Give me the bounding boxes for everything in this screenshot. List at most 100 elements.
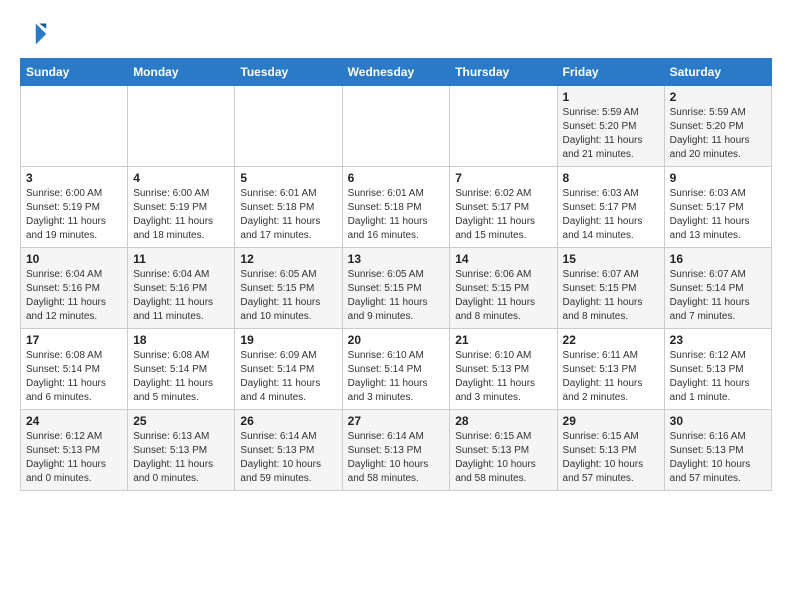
calendar-cell: 16 Sunrise: 6:07 AM Sunset: 5:14 PM Dayli… [664, 248, 771, 329]
day-number: 25 [133, 414, 229, 428]
calendar-cell [128, 86, 235, 167]
calendar-cell: 20 Sunrise: 6:10 AM Sunset: 5:14 PM Dayli… [342, 329, 450, 410]
day-info: Sunrise: 6:00 AM Sunset: 5:19 PM Dayligh… [133, 187, 229, 243]
day-number: 16 [670, 252, 766, 266]
calendar-week-row: 3 Sunrise: 6:00 AM Sunset: 5:19 PM Daylig… [21, 167, 772, 248]
calendar-cell [450, 86, 557, 167]
calendar-cell: 18 Sunrise: 6:08 AM Sunset: 5:14 PM Dayli… [128, 329, 235, 410]
day-number: 30 [670, 414, 766, 428]
day-info: Sunrise: 6:05 AM Sunset: 5:15 PM Dayligh… [348, 268, 445, 324]
page-header [20, 20, 772, 48]
day-number: 29 [563, 414, 659, 428]
calendar-cell: 24 Sunrise: 6:12 AM Sunset: 5:13 PM Dayli… [21, 410, 128, 491]
calendar-week-row: 24 Sunrise: 6:12 AM Sunset: 5:13 PM Dayli… [21, 410, 772, 491]
day-info: Sunrise: 6:09 AM Sunset: 5:14 PM Dayligh… [240, 349, 336, 405]
day-number: 12 [240, 252, 336, 266]
calendar-cell: 3 Sunrise: 6:00 AM Sunset: 5:19 PM Daylig… [21, 167, 128, 248]
weekday-header-row: SundayMondayTuesdayWednesdayThursdayFrid… [21, 59, 772, 86]
day-number: 4 [133, 171, 229, 185]
day-info: Sunrise: 6:05 AM Sunset: 5:15 PM Dayligh… [240, 268, 336, 324]
calendar-cell: 29 Sunrise: 6:15 AM Sunset: 5:13 PM Dayli… [557, 410, 664, 491]
calendar-cell: 12 Sunrise: 6:05 AM Sunset: 5:15 PM Dayli… [235, 248, 342, 329]
day-info: Sunrise: 6:08 AM Sunset: 5:14 PM Dayligh… [26, 349, 122, 405]
day-number: 7 [455, 171, 551, 185]
logo [20, 20, 52, 48]
day-number: 10 [26, 252, 122, 266]
day-number: 24 [26, 414, 122, 428]
day-info: Sunrise: 6:03 AM Sunset: 5:17 PM Dayligh… [670, 187, 766, 243]
day-info: Sunrise: 6:03 AM Sunset: 5:17 PM Dayligh… [563, 187, 659, 243]
calendar-cell: 1Sunrise: 5:59 AM Sunset: 5:20 PM Daylig… [557, 86, 664, 167]
day-info: Sunrise: 6:13 AM Sunset: 5:13 PM Dayligh… [133, 430, 229, 486]
calendar-week-row: 1Sunrise: 5:59 AM Sunset: 5:20 PM Daylig… [21, 86, 772, 167]
calendar-cell: 17 Sunrise: 6:08 AM Sunset: 5:14 PM Dayli… [21, 329, 128, 410]
day-number: 27 [348, 414, 445, 428]
day-number: 21 [455, 333, 551, 347]
calendar-cell [21, 86, 128, 167]
day-number: 2 [670, 90, 766, 104]
calendar-cell [235, 86, 342, 167]
day-info: Sunrise: 6:08 AM Sunset: 5:14 PM Dayligh… [133, 349, 229, 405]
weekday-header: Sunday [21, 59, 128, 86]
calendar-cell: 7 Sunrise: 6:02 AM Sunset: 5:17 PM Daylig… [450, 167, 557, 248]
day-number: 14 [455, 252, 551, 266]
day-info: Sunrise: 5:59 AM Sunset: 5:20 PM Dayligh… [563, 106, 659, 162]
day-number: 19 [240, 333, 336, 347]
day-number: 15 [563, 252, 659, 266]
day-info: Sunrise: 6:14 AM Sunset: 5:13 PM Dayligh… [240, 430, 336, 486]
calendar-week-row: 10 Sunrise: 6:04 AM Sunset: 5:16 PM Dayli… [21, 248, 772, 329]
day-info: Sunrise: 6:06 AM Sunset: 5:15 PM Dayligh… [455, 268, 551, 324]
calendar-cell: 4 Sunrise: 6:00 AM Sunset: 5:19 PM Daylig… [128, 167, 235, 248]
calendar-cell: 13 Sunrise: 6:05 AM Sunset: 5:15 PM Dayli… [342, 248, 450, 329]
day-info: Sunrise: 6:15 AM Sunset: 5:13 PM Dayligh… [455, 430, 551, 486]
day-number: 5 [240, 171, 336, 185]
weekday-header: Wednesday [342, 59, 450, 86]
calendar-cell: 9Sunrise: 6:03 AM Sunset: 5:17 PM Daylig… [664, 167, 771, 248]
day-number: 23 [670, 333, 766, 347]
day-number: 6 [348, 171, 445, 185]
day-info: Sunrise: 6:04 AM Sunset: 5:16 PM Dayligh… [26, 268, 122, 324]
day-info: Sunrise: 6:11 AM Sunset: 5:13 PM Dayligh… [563, 349, 659, 405]
day-info: Sunrise: 5:59 AM Sunset: 5:20 PM Dayligh… [670, 106, 766, 162]
day-number: 13 [348, 252, 445, 266]
calendar-cell: 8 Sunrise: 6:03 AM Sunset: 5:17 PM Daylig… [557, 167, 664, 248]
calendar-cell: 14 Sunrise: 6:06 AM Sunset: 5:15 PM Dayli… [450, 248, 557, 329]
calendar-cell: 15 Sunrise: 6:07 AM Sunset: 5:15 PM Dayli… [557, 248, 664, 329]
day-info: Sunrise: 6:16 AM Sunset: 5:13 PM Dayligh… [670, 430, 766, 486]
calendar-cell: 19 Sunrise: 6:09 AM Sunset: 5:14 PM Dayli… [235, 329, 342, 410]
day-info: Sunrise: 6:00 AM Sunset: 5:19 PM Dayligh… [26, 187, 122, 243]
calendar-cell: 22Sunrise: 6:11 AM Sunset: 5:13 PM Dayli… [557, 329, 664, 410]
day-info: Sunrise: 6:02 AM Sunset: 5:17 PM Dayligh… [455, 187, 551, 243]
day-info: Sunrise: 6:10 AM Sunset: 5:13 PM Dayligh… [455, 349, 551, 405]
day-info: Sunrise: 6:04 AM Sunset: 5:16 PM Dayligh… [133, 268, 229, 324]
calendar-table: SundayMondayTuesdayWednesdayThursdayFrid… [20, 58, 772, 491]
calendar-cell: 21 Sunrise: 6:10 AM Sunset: 5:13 PM Dayli… [450, 329, 557, 410]
calendar-cell: 25 Sunrise: 6:13 AM Sunset: 5:13 PM Dayli… [128, 410, 235, 491]
day-info: Sunrise: 6:10 AM Sunset: 5:14 PM Dayligh… [348, 349, 445, 405]
day-number: 17 [26, 333, 122, 347]
day-info: Sunrise: 6:12 AM Sunset: 5:13 PM Dayligh… [26, 430, 122, 486]
day-number: 11 [133, 252, 229, 266]
calendar-cell: 11 Sunrise: 6:04 AM Sunset: 5:16 PM Dayli… [128, 248, 235, 329]
day-number: 8 [563, 171, 659, 185]
day-info: Sunrise: 6:12 AM Sunset: 5:13 PM Dayligh… [670, 349, 766, 405]
day-info: Sunrise: 6:15 AM Sunset: 5:13 PM Dayligh… [563, 430, 659, 486]
day-info: Sunrise: 6:14 AM Sunset: 5:13 PM Dayligh… [348, 430, 445, 486]
day-number: 18 [133, 333, 229, 347]
calendar-cell: 23 Sunrise: 6:12 AM Sunset: 5:13 PM Dayli… [664, 329, 771, 410]
weekday-header: Friday [557, 59, 664, 86]
day-info: Sunrise: 6:01 AM Sunset: 5:18 PM Dayligh… [240, 187, 336, 243]
weekday-header: Tuesday [235, 59, 342, 86]
calendar-cell: 27 Sunrise: 6:14 AM Sunset: 5:13 PM Dayli… [342, 410, 450, 491]
day-info: Sunrise: 6:01 AM Sunset: 5:18 PM Dayligh… [348, 187, 445, 243]
day-number: 3 [26, 171, 122, 185]
calendar-cell: 30 Sunrise: 6:16 AM Sunset: 5:13 PM Dayli… [664, 410, 771, 491]
day-number: 26 [240, 414, 336, 428]
weekday-header: Saturday [664, 59, 771, 86]
day-number: 20 [348, 333, 445, 347]
weekday-header: Monday [128, 59, 235, 86]
calendar-week-row: 17 Sunrise: 6:08 AM Sunset: 5:14 PM Dayli… [21, 329, 772, 410]
calendar-cell: 26 Sunrise: 6:14 AM Sunset: 5:13 PM Dayli… [235, 410, 342, 491]
day-info: Sunrise: 6:07 AM Sunset: 5:14 PM Dayligh… [670, 268, 766, 324]
day-info: Sunrise: 6:07 AM Sunset: 5:15 PM Dayligh… [563, 268, 659, 324]
